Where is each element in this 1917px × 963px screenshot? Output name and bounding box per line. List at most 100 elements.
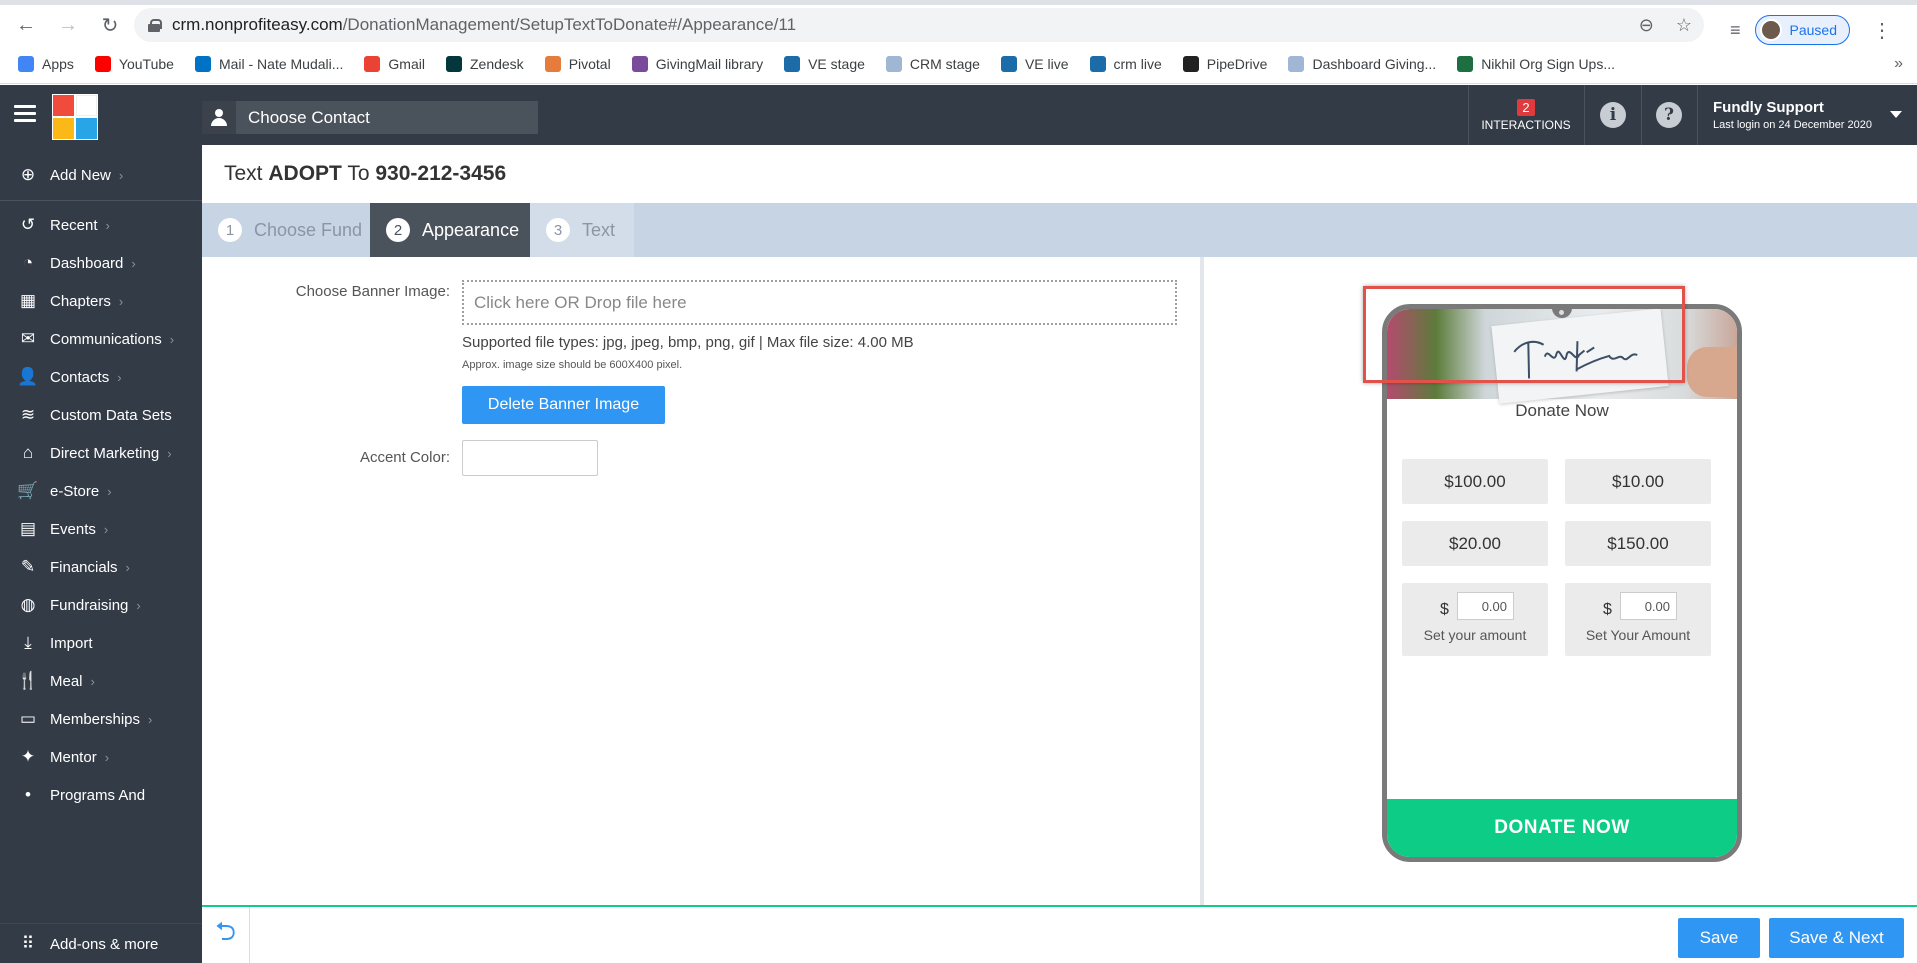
- address-bar[interactable]: crm.nonprofiteasy.com/DonationManagement…: [134, 8, 1704, 42]
- youtube-icon: [94, 56, 111, 72]
- sidebar-item-import[interactable]: ⤓ Import: [0, 623, 202, 663]
- bookmark-item[interactable]: Pivotal: [544, 56, 611, 72]
- sidebar-item-contacts[interactable]: 👤 Contacts ›: [0, 357, 202, 397]
- sidebar-item-meal[interactable]: 🍴 Meal ›: [0, 661, 202, 701]
- supported-types-hint: Supported file types: jpg, jpeg, bmp, pn…: [462, 334, 914, 351]
- interactions-button[interactable]: 2 INTERACTIONS: [1470, 85, 1582, 145]
- sidebar-item-fundraising[interactable]: ◍ Fundraising ›: [0, 585, 202, 625]
- forward-arrow-icon[interactable]: →: [52, 9, 84, 41]
- save-next-button[interactable]: Save & Next: [1769, 918, 1904, 958]
- ve-icon: [1000, 56, 1017, 72]
- sidebar-item-label: Chapters: [50, 292, 111, 310]
- doc-icon: [1288, 56, 1305, 72]
- save-button[interactable]: Save: [1678, 918, 1760, 958]
- chevron-right-icon: ›: [104, 749, 110, 765]
- amount-option[interactable]: $20.00: [1402, 521, 1548, 566]
- sidebar-item-custom-data-sets[interactable]: ≋ Custom Data Sets: [0, 395, 202, 435]
- banner-image-label: Choose Banner Image:: [295, 283, 450, 300]
- custom-amount-input[interactable]: 0.00: [1457, 592, 1514, 620]
- bookmark-item[interactable]: CRM stage: [885, 56, 980, 72]
- bookmark-item[interactable]: Apps: [18, 56, 74, 72]
- donate-now-button[interactable]: DONATE NOW: [1387, 799, 1737, 857]
- sidebar-item-memberships[interactable]: ▭ Memberships ›: [0, 699, 202, 739]
- caret-down-icon[interactable]: [1890, 111, 1902, 118]
- moneybag-icon: ◍: [20, 595, 36, 614]
- app-root: ← → ↻ crm.nonprofiteasy.com/DonationMana…: [0, 0, 1917, 963]
- bookmark-item[interactable]: Zendesk: [445, 56, 524, 72]
- accent-color-input[interactable]: [462, 440, 598, 476]
- sidebar-item-chapters[interactable]: ▦ Chapters ›: [0, 281, 202, 321]
- page-title: Text ADOPT To 930-212-3456: [224, 162, 507, 185]
- bookmark-item[interactable]: VE stage: [784, 56, 865, 72]
- back-arrow-icon[interactable]: ←: [10, 9, 42, 41]
- banner-dropzone[interactable]: Click here OR Drop file here: [462, 280, 1177, 325]
- user-menu[interactable]: Fundly Support Last login on 24 December…: [1713, 99, 1872, 131]
- amount-option[interactable]: $100.00: [1402, 459, 1548, 504]
- bookmark-item[interactable]: YouTube: [94, 56, 174, 72]
- sidebar-item-recent[interactable]: ↺ Recent ›: [0, 205, 202, 245]
- sidebar-item-communications[interactable]: ✉ Communications ›: [0, 319, 202, 359]
- profile-button[interactable]: Paused: [1754, 15, 1850, 45]
- calendar-icon: ▤: [19, 519, 37, 538]
- app-logo[interactable]: [52, 94, 98, 140]
- appearance-form: Choose Banner Image: Click here OR Drop …: [202, 257, 1200, 905]
- chevron-right-icon: ›: [131, 255, 136, 271]
- sidebar-item-addons[interactable]: ⠿ Add-ons & more: [0, 923, 202, 963]
- sidebar-item-events[interactable]: ▤ Events ›: [0, 509, 202, 549]
- sidebar-item-dashboard[interactable]: ◔ Dashboard ›: [0, 243, 202, 283]
- help-icon[interactable]: ?: [1656, 102, 1682, 128]
- excel-icon: [1457, 56, 1474, 72]
- money-icon: ✎: [20, 557, 36, 576]
- amount-option[interactable]: $10.00: [1565, 459, 1711, 504]
- sidebar-item-programs-and[interactable]: • Programs And: [0, 775, 202, 815]
- lock-icon: [148, 19, 162, 32]
- star-icon[interactable]: ☆: [1676, 15, 1692, 36]
- bookmark-item[interactable]: Gmail: [364, 56, 425, 72]
- keyword: ADOPT: [268, 162, 342, 185]
- google-icon: [364, 56, 381, 72]
- layers-icon: ≋: [20, 405, 36, 424]
- back-icon[interactable]: ⮌: [202, 907, 250, 963]
- zoom-icon[interactable]: ⊖: [1639, 15, 1654, 36]
- banner-highlight-box: [1363, 286, 1685, 383]
- media-control-icon[interactable]: ≡: [1730, 20, 1741, 41]
- custom-amount-input[interactable]: 0.00: [1620, 592, 1677, 620]
- ve-icon: [1089, 56, 1106, 72]
- kebab-menu-icon[interactable]: ⋮: [1872, 18, 1892, 43]
- sidebar-item-direct-marketing[interactable]: ⌂ Direct Marketing ›: [0, 433, 202, 473]
- mentor-icon: ✦: [20, 747, 36, 766]
- sidebar-item-e-store[interactable]: 🛒 e-Store ›: [0, 471, 202, 511]
- sidebar-item-label: e-Store: [50, 482, 100, 500]
- bookmark-item[interactable]: VE live: [1000, 56, 1069, 72]
- step-appearance[interactable]: 2 Appearance: [370, 203, 530, 257]
- bookmarks-more-icon[interactable]: »: [1894, 55, 1903, 73]
- bookmark-item[interactable]: PipeDrive: [1182, 56, 1267, 72]
- step-choose-fund[interactable]: 1 Choose Fund: [202, 203, 370, 257]
- bookmark-item[interactable]: Dashboard Giving...: [1288, 56, 1436, 72]
- sidebar-item-mentor[interactable]: ✦ Mentor ›: [0, 737, 202, 777]
- sidebar-item-add-new[interactable]: ⊕ Add New ›: [0, 155, 202, 195]
- history-icon: ↺: [20, 215, 36, 234]
- person-icon: [202, 101, 236, 134]
- bookmark-item[interactable]: GivingMail library: [631, 56, 763, 72]
- custom-amount-card: $ 0.00 Set Your Amount: [1565, 583, 1711, 656]
- choose-contact-button[interactable]: Choose Contact: [202, 101, 538, 134]
- delete-banner-button[interactable]: Delete Banner Image: [462, 386, 665, 424]
- sidebar: ⊕ Add New › ↺ Recent › ◔ Dashboard › ▦ Chapters…: [0, 145, 202, 963]
- step-text[interactable]: 3 Text: [530, 203, 634, 257]
- chevron-right-icon: ›: [107, 483, 112, 499]
- hamburger-menu-icon[interactable]: [14, 105, 36, 123]
- main-content: Text ADOPT To 930-212-3456 1 Choose Fund …: [202, 145, 1917, 963]
- sidebar-item-label: Events: [50, 520, 96, 538]
- bookmark-item[interactable]: Mail - Nate Mudali...: [194, 56, 343, 72]
- last-login: Last login on 24 December 2020: [1713, 119, 1872, 131]
- bookmark-item[interactable]: Nikhil Org Sign Ups...: [1457, 56, 1615, 72]
- reload-icon[interactable]: ↻: [94, 9, 126, 41]
- bookmark-item[interactable]: crm live: [1089, 56, 1162, 72]
- info-icon[interactable]: i: [1600, 102, 1626, 128]
- profile-status: Paused: [1789, 22, 1837, 38]
- interactions-count-badge: 2: [1517, 98, 1535, 116]
- sidebar-item-financials[interactable]: ✎ Financials ›: [0, 547, 202, 587]
- interactions-label: INTERACTIONS: [1481, 117, 1571, 132]
- amount-option[interactable]: $150.00: [1565, 521, 1711, 566]
